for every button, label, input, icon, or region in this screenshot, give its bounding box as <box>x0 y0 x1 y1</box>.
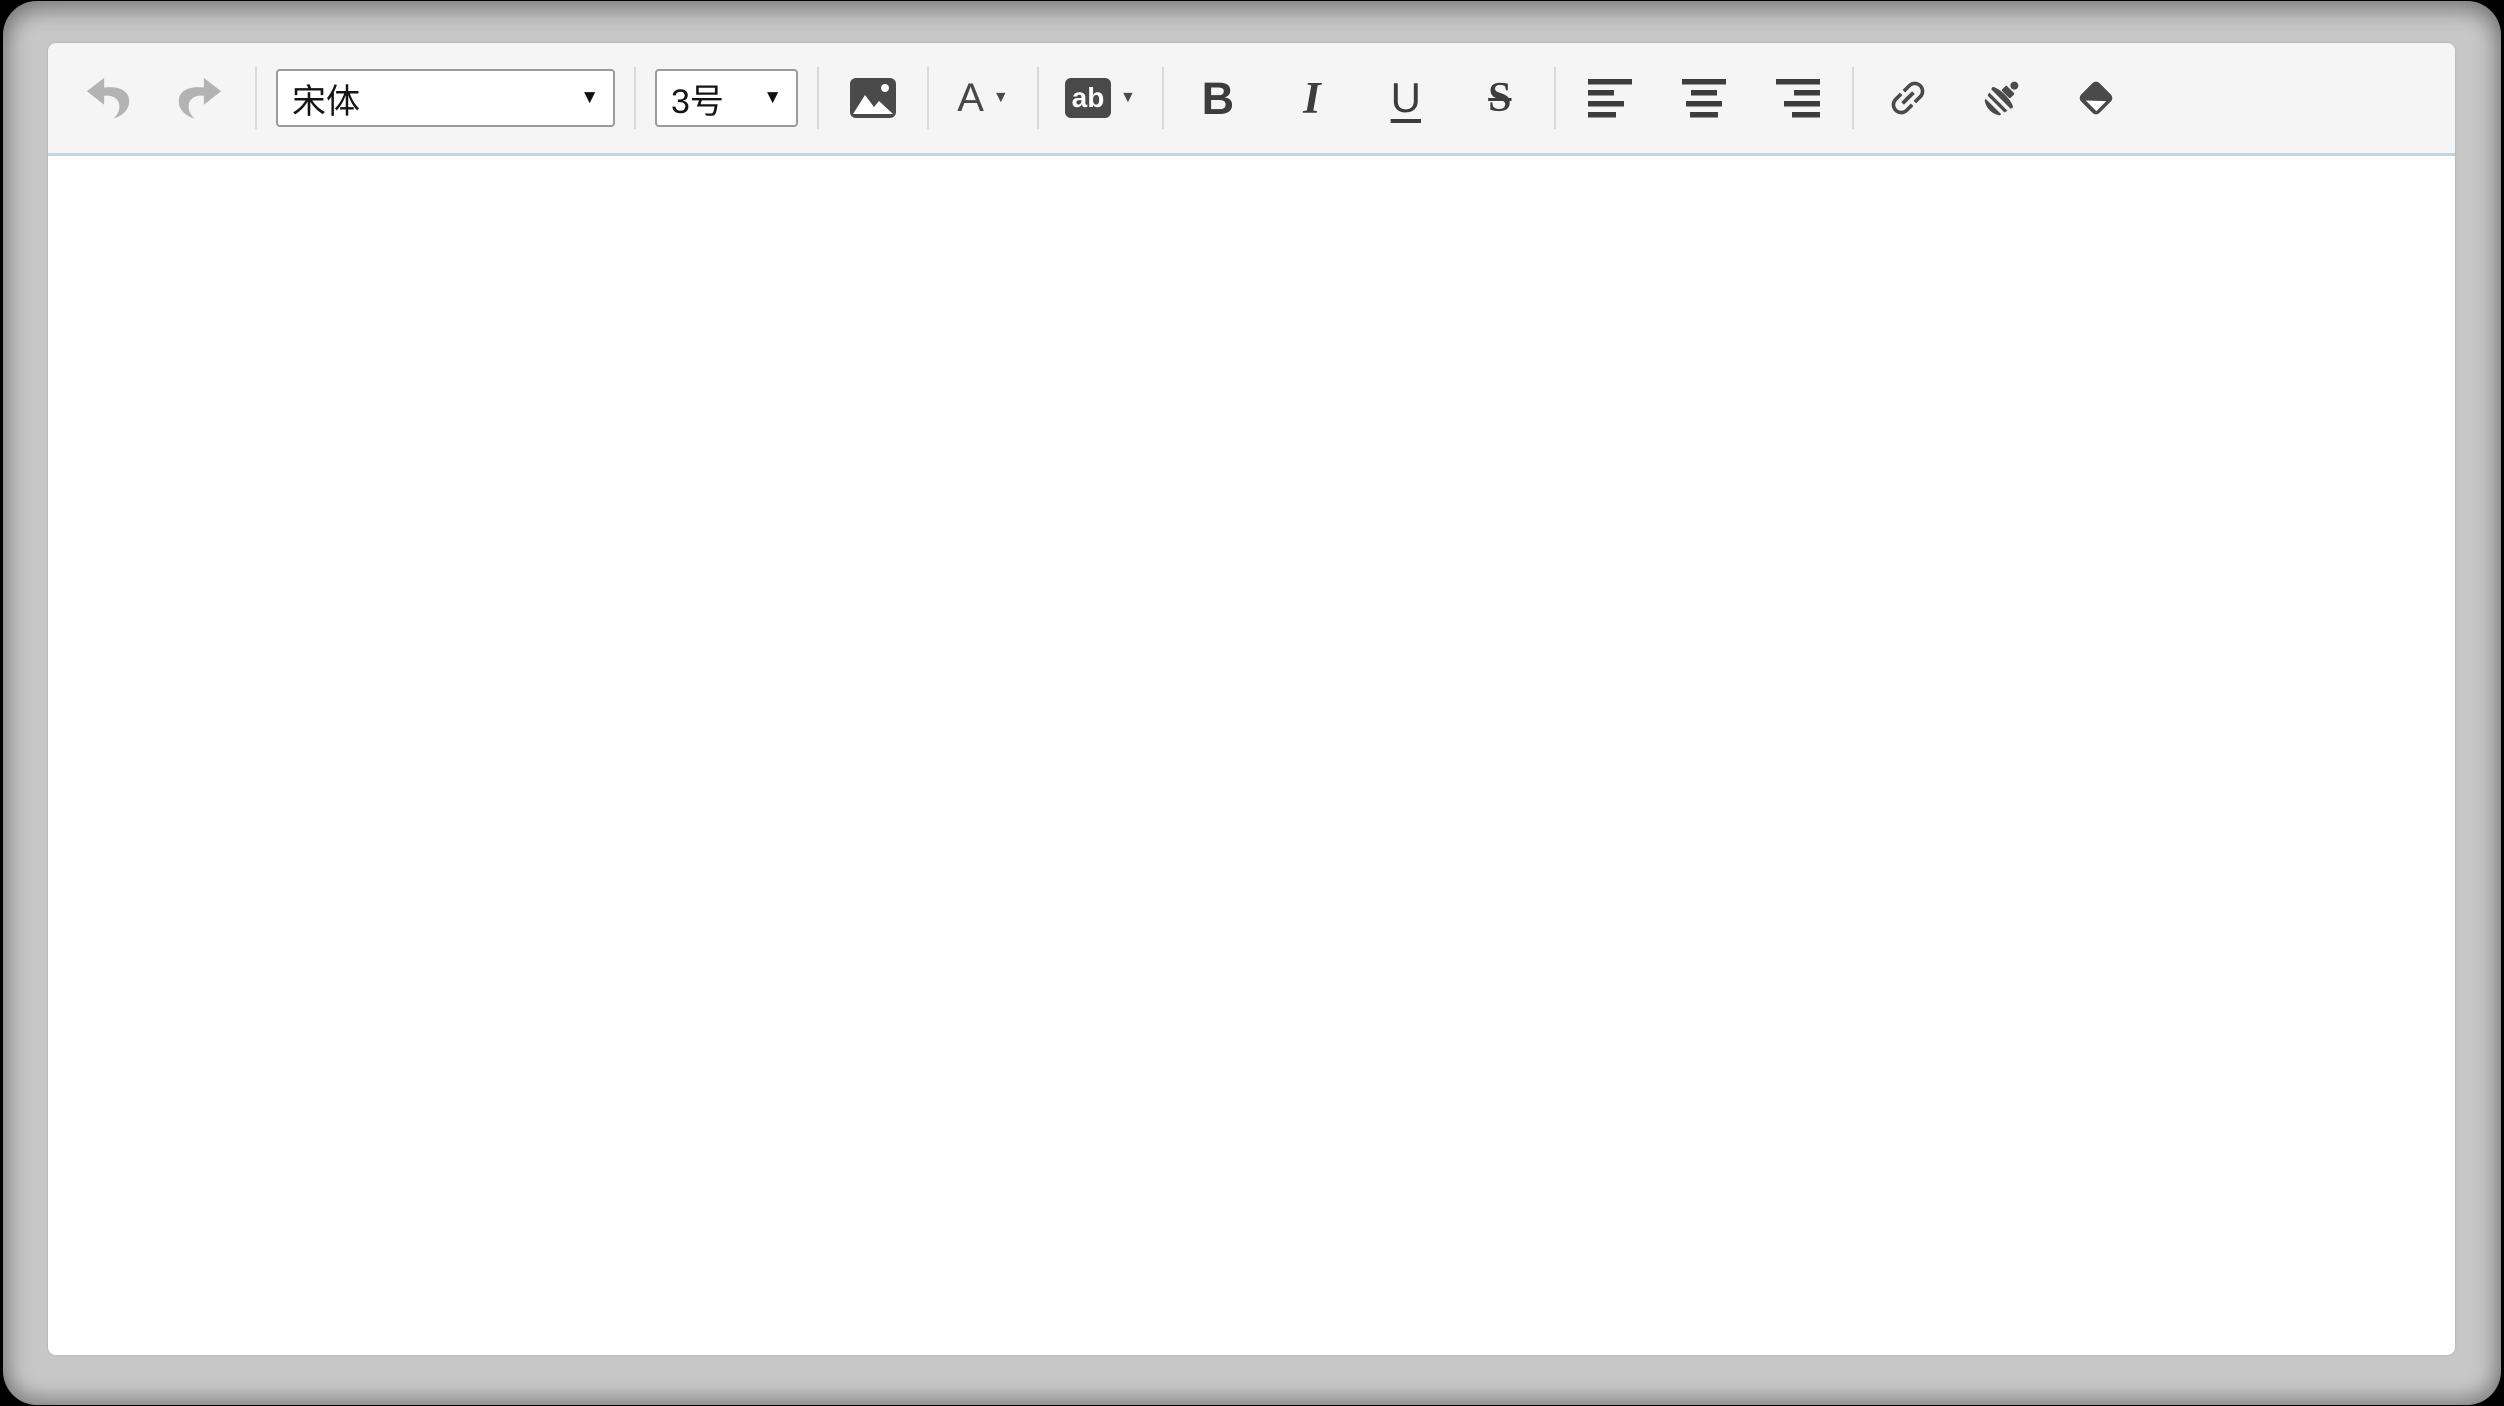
undo-icon <box>84 75 130 121</box>
font-family-value: 宋体 <box>292 74 360 123</box>
underline-button[interactable]: U <box>1378 58 1434 138</box>
bold-icon: B <box>1202 76 1235 121</box>
eraser-icon <box>2072 74 2120 122</box>
italic-icon: I <box>1303 76 1321 121</box>
align-right-icon <box>1776 79 1820 118</box>
toolbar-separator <box>1162 67 1164 129</box>
chevron-down-icon: ▼ <box>993 89 1009 107</box>
select-arrow-icon: ▼ <box>763 87 782 109</box>
select-arrow-icon: ▼ <box>580 87 599 109</box>
font-size-value: 3号 <box>671 74 724 123</box>
rich-text-editor: 宋体 ▼ 3号 ▼ A <box>48 43 2455 1355</box>
align-left-icon <box>1588 79 1632 118</box>
strikethrough-button[interactable]: S <box>1472 58 1528 138</box>
format-brush-button[interactable] <box>1974 58 2030 138</box>
editor-toolbar: 宋体 ▼ 3号 ▼ A <box>48 43 2455 156</box>
insert-image-button[interactable] <box>845 58 901 138</box>
font-color-icon: A <box>957 78 984 118</box>
align-right-button[interactable] <box>1770 58 1826 138</box>
toolbar-separator <box>1037 67 1039 129</box>
brush-icon <box>1978 74 2026 122</box>
editor-content[interactable] <box>48 156 2455 1355</box>
italic-button[interactable]: I <box>1284 58 1340 138</box>
undo-button[interactable] <box>79 58 135 138</box>
toolbar-separator <box>1852 67 1854 129</box>
redo-icon <box>178 75 224 121</box>
toolbar-separator <box>255 67 257 129</box>
highlight-icon: ab <box>1065 78 1111 118</box>
underline-icon: U <box>1391 77 1421 119</box>
bold-button[interactable]: B <box>1190 58 1246 138</box>
link-icon <box>1885 75 1931 121</box>
editor-outer-frame: 宋体 ▼ 3号 ▼ A <box>3 1 2501 1405</box>
toolbar-separator <box>927 67 929 129</box>
font-size-select[interactable]: 3号 ▼ <box>655 69 798 127</box>
align-center-button[interactable] <box>1676 58 1732 138</box>
align-left-button[interactable] <box>1582 58 1638 138</box>
align-center-icon <box>1682 79 1726 118</box>
toolbar-separator <box>634 67 636 129</box>
font-family-select[interactable]: 宋体 ▼ <box>276 69 615 127</box>
insert-link-button[interactable] <box>1880 58 1936 138</box>
redo-button[interactable] <box>173 58 229 138</box>
image-icon <box>849 77 897 119</box>
strikethrough-icon: S <box>1488 77 1511 119</box>
toolbar-separator <box>1554 67 1556 129</box>
highlight-color-button[interactable]: ab ▼ <box>1065 58 1136 138</box>
chevron-down-icon: ▼ <box>1120 89 1136 107</box>
eraser-button[interactable] <box>2068 58 2124 138</box>
toolbar-separator <box>817 67 819 129</box>
font-color-button[interactable]: A ▼ <box>955 58 1011 138</box>
